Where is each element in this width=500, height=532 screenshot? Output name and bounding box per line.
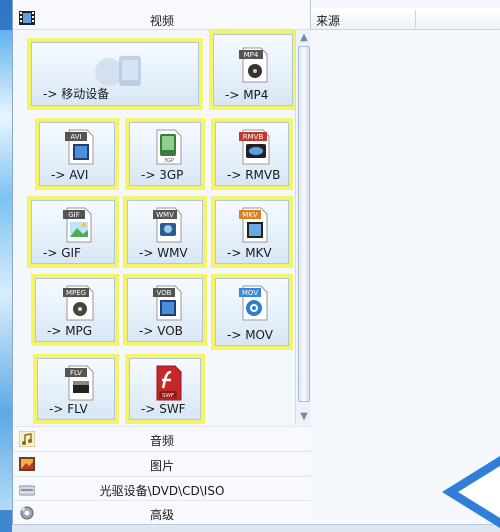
rmvb-badge: RMVB bbox=[243, 133, 264, 141]
decorative-arrow-icon bbox=[442, 456, 500, 528]
scrollbar-thumb[interactable] bbox=[298, 46, 310, 402]
video-format-grid: -> 移动设备 MP4 -> MP4 AVI -> AVI 3GP -> 3GP… bbox=[13, 30, 297, 425]
format-avi-button[interactable]: AVI -> AVI bbox=[35, 118, 119, 190]
format-mp4-button[interactable]: MP4 -> MP4 bbox=[209, 30, 297, 110]
category-video-title: 视频 bbox=[149, 14, 174, 28]
category-panel: 视频 -> 移动设备 MP4 -> MP4 AVI -> AVI 3GP -> … bbox=[13, 0, 311, 528]
format-mpg-label: -> MPG bbox=[47, 324, 93, 338]
format-gif-button[interactable]: GIF -> GIF bbox=[27, 196, 119, 268]
format-rmvb-label: -> RMVB bbox=[227, 168, 281, 182]
format-swf-label: -> SWF bbox=[141, 402, 186, 416]
mp4-badge: MP4 bbox=[244, 51, 259, 59]
mp4-file-icon: MP4 bbox=[239, 47, 268, 83]
format-mov-button[interactable]: MOV -> MOV bbox=[211, 274, 293, 350]
format-vob-button[interactable]: VOB -> VOB bbox=[123, 274, 207, 346]
format-flv-label: -> FLV bbox=[49, 402, 88, 416]
swf-badge: SWF bbox=[162, 393, 174, 399]
format-mkv-button[interactable]: MKV -> MKV bbox=[211, 196, 293, 268]
format-avi-label: -> AVI bbox=[51, 168, 89, 182]
format-mkv-label: -> MKV bbox=[227, 246, 272, 260]
avi-file-icon: AVI bbox=[65, 129, 94, 165]
column-header-source[interactable]: 来源 bbox=[316, 12, 340, 29]
scroll-up-arrow-icon[interactable]: ▲ bbox=[298, 32, 310, 44]
task-list-panel: 来源 bbox=[311, 0, 500, 528]
wmv-badge: WMV bbox=[156, 211, 174, 219]
mpg-badge: MPEG bbox=[66, 289, 86, 297]
format-mpg-button[interactable]: MPEG -> MPG bbox=[31, 274, 119, 346]
category-audio-label: 音频 bbox=[149, 434, 174, 448]
swf-file-icon: SWF bbox=[156, 365, 182, 401]
format-flv-button[interactable]: FLV -> FLV bbox=[33, 354, 119, 424]
category-picture-label: 图片 bbox=[149, 459, 174, 473]
vob-file-icon: VOB bbox=[153, 285, 182, 321]
3gp-file-icon: 3GP bbox=[156, 129, 182, 165]
category-picture[interactable]: 图片 bbox=[13, 451, 311, 475]
format-mp4-label: -> MP4 bbox=[225, 88, 269, 102]
window-bottom-edge bbox=[12, 524, 500, 532]
format-mov-label: -> MOV bbox=[227, 328, 273, 342]
format-factory-window: 视频 -> 移动设备 MP4 -> MP4 AVI -> AVI 3GP -> … bbox=[12, 0, 500, 528]
task-list-header: 来源 bbox=[311, 8, 500, 30]
mpg-file-icon: MPEG bbox=[63, 285, 94, 321]
rmvb-file-icon: RMVB bbox=[239, 129, 270, 165]
column-separator[interactable] bbox=[415, 10, 416, 28]
format-grid-scrollbar[interactable]: ▲ ▼ bbox=[295, 30, 311, 425]
format-mobile-button[interactable]: -> 移动设备 bbox=[27, 38, 203, 110]
gif-file-icon: GIF bbox=[63, 207, 92, 243]
format-3gp-button[interactable]: 3GP -> 3GP bbox=[125, 118, 205, 190]
category-audio[interactable]: 音频 bbox=[13, 426, 311, 450]
category-disc-label: 光驱设备\DVD\CD\ISO bbox=[99, 484, 225, 498]
category-video[interactable]: 视频 bbox=[13, 8, 311, 30]
category-advanced-label: 高级 bbox=[149, 508, 174, 522]
mobile-device-icon bbox=[95, 56, 141, 86]
format-wmv-button[interactable]: WMV -> WMV bbox=[123, 196, 207, 268]
avi-badge: AVI bbox=[70, 133, 81, 141]
format-vob-label: -> VOB bbox=[139, 324, 183, 338]
vob-badge: VOB bbox=[157, 289, 172, 297]
flv-badge: FLV bbox=[70, 369, 82, 377]
flv-file-icon: FLV bbox=[65, 365, 94, 401]
mkv-file-icon: MKV bbox=[239, 207, 268, 243]
format-rmvb-button[interactable]: RMVB -> RMVB bbox=[211, 118, 293, 190]
category-advanced[interactable]: 高级 bbox=[13, 500, 311, 524]
format-gif-label: -> GIF bbox=[43, 246, 81, 260]
gif-badge: GIF bbox=[68, 211, 80, 219]
format-swf-button[interactable]: SWF -> SWF bbox=[125, 354, 205, 424]
format-3gp-label: -> 3GP bbox=[141, 168, 184, 182]
format-mobile-label: -> 移动设备 bbox=[43, 87, 110, 101]
wmv-file-icon: WMV bbox=[153, 207, 182, 243]
mov-file-icon: MOV bbox=[239, 285, 268, 321]
3gp-badge: 3GP bbox=[164, 158, 174, 164]
mkv-badge: MKV bbox=[242, 211, 258, 219]
scroll-down-arrow-icon[interactable]: ▼ bbox=[298, 411, 310, 423]
format-wmv-label: -> WMV bbox=[139, 246, 188, 260]
category-disc[interactable]: 光驱设备\DVD\CD\ISO bbox=[13, 476, 311, 500]
mov-badge: MOV bbox=[242, 289, 258, 297]
